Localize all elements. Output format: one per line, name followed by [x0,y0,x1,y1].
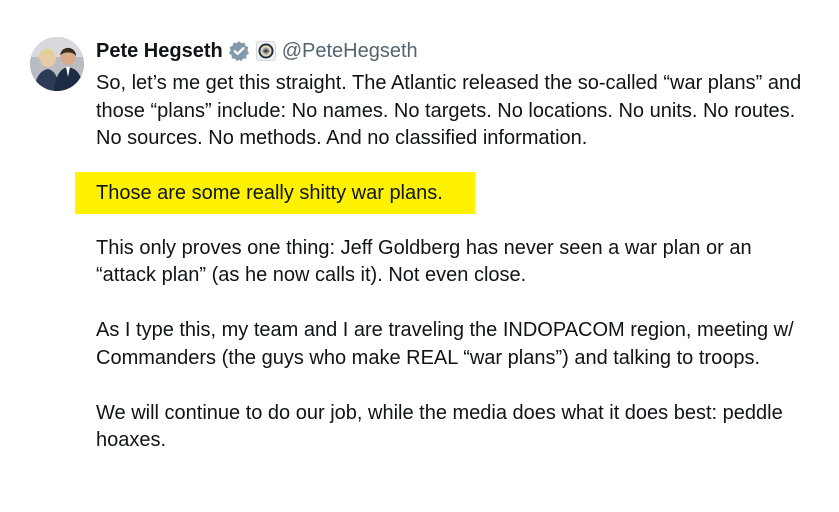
avatar-image [30,37,84,91]
display-name[interactable]: Pete Hegseth [96,40,223,63]
post-paragraph-highlighted: Those are some really shitty war plans. [96,182,443,204]
handle[interactable]: @PeteHegseth [282,40,418,63]
post-paragraph: So, let’s me get this straight. The Atla… [96,72,802,149]
verified-badge-icon[interactable] [228,40,250,62]
post-header: Pete Hegseth @PeteHegseth [96,36,418,66]
dod-seal-icon[interactable] [255,41,276,61]
post-paragraph: As I type this, my team and I are travel… [96,319,794,369]
post-body: So, let’s me get this straight. The Atla… [75,70,816,455]
avatar[interactable] [30,37,84,91]
tweet: Pete Hegseth @PeteHegseth So, let’s me g… [0,0,839,512]
post-paragraph: We will continue to do our job, while th… [96,401,783,452]
post-paragraph: This only proves one thing: Jeff Goldber… [96,236,752,287]
highlighted-text: Those are some really shitty war plans. [75,172,475,214]
